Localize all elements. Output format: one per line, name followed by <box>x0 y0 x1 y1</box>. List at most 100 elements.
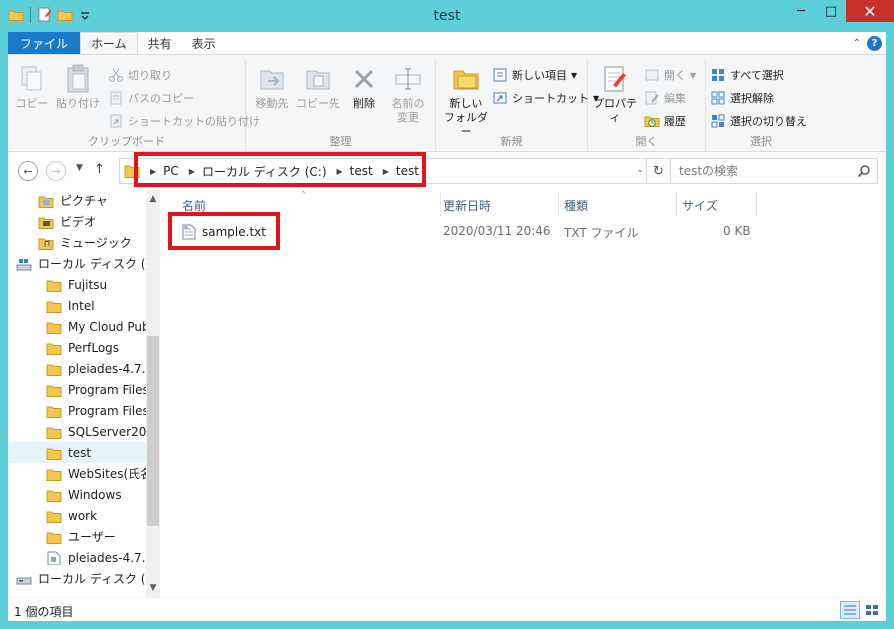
breadcrumb-separator-icon: ▶ <box>188 166 195 176</box>
properties-icon <box>604 66 626 92</box>
search-input[interactable] <box>679 164 849 178</box>
back-button[interactable]: ← <box>18 161 38 181</box>
edit-button[interactable]: 編集 <box>644 88 686 108</box>
sidebar-item[interactable]: test <box>8 442 148 463</box>
column-divider[interactable] <box>756 192 757 216</box>
address-dropdown-icon[interactable]: ⌄ <box>636 165 644 175</box>
recent-locations-icon[interactable]: ▼ <box>76 163 83 173</box>
explorer-window: test ─ □ ✕ ファイル ホーム 共有 表示 ⌃ ? コピー 貼り付け 切… <box>0 0 894 629</box>
sidebar-item[interactable]: ローカル ディスク (D:) <box>8 568 148 589</box>
history-icon <box>644 116 660 127</box>
move-to-button[interactable]: 移動先 <box>250 63 294 111</box>
forward-button[interactable]: → <box>46 161 66 181</box>
properties-button[interactable]: プロパティ <box>590 63 640 125</box>
sidebar-item-label: Program Files (x86) <box>68 403 148 418</box>
sidebar-item[interactable]: ミュージック <box>8 232 148 253</box>
sidebar-item[interactable]: work <box>8 505 148 526</box>
new-item-button[interactable]: 新しい項目 ▼ <box>492 65 577 85</box>
file-row[interactable]: sample.txt 2020/03/11 20:46 TXT ファイル 0 K… <box>160 220 886 242</box>
sidebar-item[interactable]: ユーザー <box>8 526 148 547</box>
ribbon-controls: ⌃ ? <box>853 32 886 54</box>
rename-label-1: 名前の <box>391 97 425 110</box>
item-count: 1 個の項目 <box>14 605 74 619</box>
copy-path-icon <box>110 91 122 105</box>
column-header-type[interactable]: 種類 <box>564 196 588 214</box>
rename-button[interactable]: 名前の 変更 <box>388 63 428 125</box>
ribbon: コピー 貼り付け 切り取り パスのコピー ショートカットの貼り付け クリップボー… <box>8 54 886 152</box>
sidebar-item[interactable]: Program Files <box>8 379 148 400</box>
column-header-name[interactable]: 名前 <box>182 196 206 214</box>
paste-shortcut-button[interactable]: ショートカットの貼り付け <box>108 111 260 131</box>
new-folder-button[interactable]: 新しい フォルダー <box>440 63 492 139</box>
sidebar-item-label: pleiades-4.7.3.zip <box>68 550 148 565</box>
close-button[interactable]: ✕ <box>846 0 894 22</box>
column-divider[interactable] <box>676 192 677 216</box>
tab-share[interactable]: 共有 <box>138 32 182 54</box>
search-box[interactable] <box>670 158 878 184</box>
collapse-ribbon-icon[interactable]: ⌃ <box>853 38 861 49</box>
shortcut-button[interactable]: ショートカット ▼ <box>492 88 599 108</box>
delete-button[interactable]: 削除 <box>346 63 382 111</box>
sidebar-item[interactable]: PerfLogs <box>8 337 148 358</box>
select-none-button[interactable]: 選択解除 <box>710 88 774 108</box>
scroll-up-icon[interactable]: ▲ <box>146 192 160 206</box>
scrollbar-thumb[interactable] <box>147 336 159 526</box>
music-folder-icon <box>38 238 54 250</box>
column-divider[interactable] <box>440 192 441 216</box>
ribbon-tabs: ファイル ホーム 共有 表示 ⌃ ? <box>8 32 886 54</box>
sidebar-item[interactable]: ローカル ディスク (C:) <box>8 253 148 274</box>
sidebar-item[interactable]: WebSites(氏名) <box>8 463 148 484</box>
details-view-button[interactable] <box>840 601 860 619</box>
sidebar-item[interactable]: Windows <box>8 484 148 505</box>
copy-to-button[interactable]: コピー先 <box>296 63 340 111</box>
sidebar-item[interactable]: SQLServer2017 <box>8 421 148 442</box>
new-folder-label-1: 新しい <box>449 97 483 110</box>
sidebar-item-label: ミュージック <box>60 236 132 250</box>
breadcrumb-test-current[interactable]: test <box>396 164 419 178</box>
sidebar-item[interactable]: Fujitsu <box>8 274 148 295</box>
tab-file[interactable]: ファイル <box>8 32 81 54</box>
history-button[interactable]: 履歴 <box>644 111 686 131</box>
search-icon[interactable] <box>857 164 871 178</box>
copy-button[interactable]: コピー <box>14 63 50 111</box>
sidebar-item[interactable]: My Cloud Public <box>8 316 148 337</box>
select-all-button[interactable]: すべて選択 <box>710 65 784 85</box>
minimize-button[interactable]: ─ <box>786 0 816 22</box>
sidebar-item[interactable]: pleiades-4.7.3.zip <box>8 547 148 568</box>
file-type: TXT ファイル <box>564 226 639 240</box>
tab-home[interactable]: ホーム <box>80 32 138 54</box>
open-button[interactable]: 開く ▼ <box>644 65 696 85</box>
sidebar-item[interactable]: ビデオ <box>8 211 148 232</box>
tab-view[interactable]: 表示 <box>182 32 226 54</box>
large-icons-view-button[interactable] <box>862 601 882 619</box>
up-arrow-icon[interactable]: ↑ <box>94 162 105 177</box>
scroll-down-icon[interactable]: ▼ <box>146 581 160 595</box>
sidebar-item-label: My Cloud Public <box>68 319 148 334</box>
breadcrumb-drive-c[interactable]: ローカル ディスク (C:) <box>202 163 327 180</box>
file-name-cell[interactable]: sample.txt <box>182 224 266 240</box>
breadcrumb-test[interactable]: test <box>350 164 373 178</box>
breadcrumb-separator-icon: ▶ <box>382 166 389 176</box>
cut-button[interactable]: 切り取り <box>108 65 172 85</box>
sidebar-item[interactable]: Program Files (x86) <box>8 400 148 421</box>
sidebar-item[interactable]: Intel <box>8 295 148 316</box>
invert-selection-button[interactable]: 選択の切り替え <box>710 111 807 131</box>
nav-scrollbar[interactable]: ▲ ▼ <box>146 190 160 597</box>
column-divider[interactable] <box>558 192 559 216</box>
sidebar-item-label: Program Files <box>68 382 148 397</box>
refresh-button[interactable]: ↻ <box>646 159 670 183</box>
help-icon[interactable]: ? <box>867 35 882 51</box>
maximize-button[interactable]: □ <box>816 0 846 22</box>
breadcrumb-pc[interactable]: PC <box>163 164 179 178</box>
paste-button[interactable]: 貼り付け <box>54 63 102 111</box>
rename-label-2: 変更 <box>397 111 419 124</box>
sidebar-item[interactable]: ピクチャ <box>8 190 148 211</box>
move-to-label: 移動先 <box>255 97 289 110</box>
sidebar-item[interactable]: pleiades-4.7.3 <box>8 358 148 379</box>
column-header-modified[interactable]: 更新日時 <box>443 196 491 214</box>
file-list: ⌃ 名前 更新日時 種類 サイズ sample.txt 2020/03/11 2… <box>160 190 886 597</box>
column-header-size[interactable]: サイズ <box>682 196 718 214</box>
address-bar[interactable]: ▶ PC ▶ ローカル ディスク (C:) ▶ test ▶ test ⌄ ↻ <box>119 158 671 184</box>
copy-path-button[interactable]: パスのコピー <box>108 88 194 108</box>
history-label: 履歴 <box>664 115 686 128</box>
